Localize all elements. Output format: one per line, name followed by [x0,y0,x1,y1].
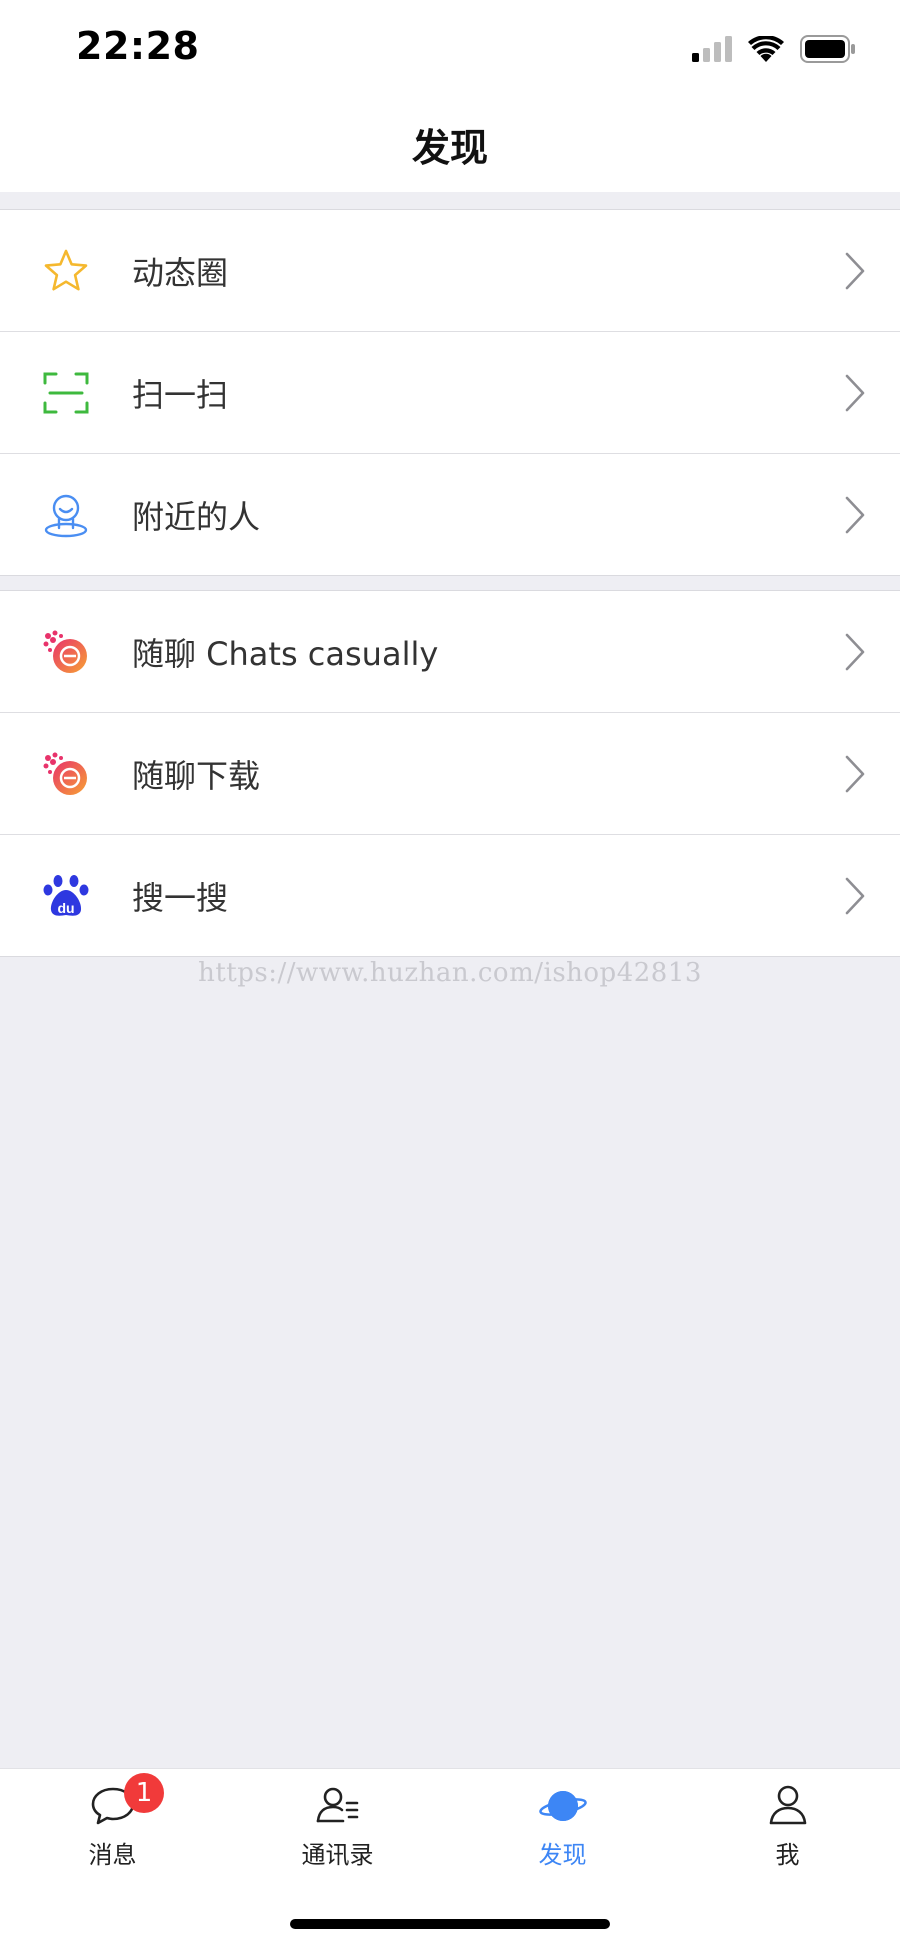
status-bar: 22:28 [0,0,900,96]
chevron-right-icon [845,755,865,792]
status-icons [692,34,856,64]
nearby-person-icon [41,490,91,540]
page-title: 发现 [411,125,488,170]
row-moments[interactable]: 动态圈 [0,210,900,332]
row-chats-casually-download[interactable]: 随聊下载 [0,713,900,835]
row-search[interactable]: du 搜一搜 [0,835,900,956]
row-label: 附近的人 [132,497,261,536]
chats-casually-logo-icon [41,749,91,799]
tab-messages[interactable]: 1 消息 [0,1769,225,1879]
discover-group-2: 随聊 Chats casually 随聊下载 du 搜一搜 [0,590,900,957]
battery-icon [800,35,855,63]
chevron-right-icon [845,877,865,914]
row-scan[interactable]: 扫一扫 [0,332,900,454]
baidu-paw-icon: du [41,871,91,921]
star-icon [41,246,91,296]
row-nearby[interactable]: 附近的人 [0,454,900,575]
tab-label: 消息 [88,1841,137,1869]
row-label: 动态圈 [132,253,229,292]
scan-icon [41,368,91,418]
tab-label: 我 [775,1841,800,1869]
row-label: 随聊 Chats casually [132,634,439,673]
row-chats-casually[interactable]: 随聊 Chats casually [0,591,900,713]
tab-me[interactable]: 我 [675,1769,900,1879]
chevron-right-icon [845,496,865,533]
chevron-right-icon [845,374,865,411]
unread-badge: 1 [124,1773,164,1813]
planet-icon [538,1791,587,1821]
tab-label: 通讯录 [301,1841,374,1869]
header: 发现 [0,96,900,192]
row-label: 扫一扫 [132,375,229,414]
discover-group-1: 动态圈 扫一扫 附近的人 [0,209,900,576]
svg-text:du: du [57,900,74,916]
tab-discover[interactable]: 发现 [450,1769,675,1879]
chats-casually-logo-icon [41,627,91,677]
wifi-icon [748,35,784,62]
tab-contacts[interactable]: 通讯录 [225,1769,450,1879]
row-label: 随聊下载 [132,756,261,795]
cellular-signal-icon [692,36,732,62]
contacts-icon [316,1787,358,1823]
tab-label: 发现 [538,1841,587,1869]
chevron-right-icon [845,633,865,670]
row-label: 搜一搜 [132,878,229,917]
chevron-right-icon [845,252,865,289]
person-icon [769,1785,806,1825]
watermark-text: https://www.huzhan.com/ishop42813 [198,958,702,988]
status-time: 22:28 [76,24,200,68]
home-indicator[interactable] [290,1919,610,1929]
